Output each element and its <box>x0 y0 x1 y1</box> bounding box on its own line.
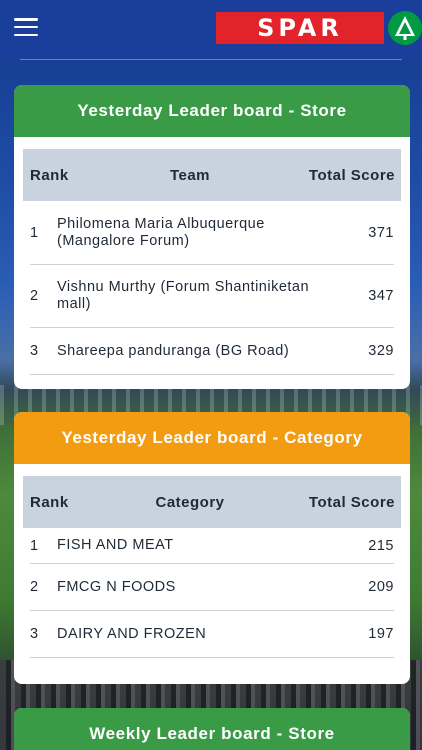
row-rank: 2 <box>30 579 39 595</box>
logo-text: SPAR <box>216 12 384 44</box>
table-row: 1 FISH AND MEAT 215 <box>30 528 394 564</box>
row-team: Philomena Maria Albuquerque (Mangalore F… <box>57 215 265 249</box>
column-rank: Rank <box>30 166 69 184</box>
row-team: Vishnu Murthy (Forum Shantiniketan mall) <box>57 279 310 312</box>
row-rank: 1 <box>30 537 39 554</box>
header-divider <box>20 59 402 60</box>
table-row: 1 Philomena Maria Albuquerque (Mangalore… <box>30 201 394 265</box>
row-score: 329 <box>368 343 394 359</box>
row-category: FISH AND MEAT <box>57 537 174 553</box>
row-category: FMCG N FOODS <box>57 578 176 595</box>
top-bar: SPAR <box>0 0 422 60</box>
store-leaderboard-table: Rank Team Total Score 1 Philomena Maria … <box>23 149 401 375</box>
table-row: 2 Vishnu Murthy (Forum Shantiniketan mal… <box>30 265 394 328</box>
table-row: 3 Shareepa panduranga (BG Road) 329 <box>30 328 394 375</box>
weekly-leaderboard-card: Weekly Leader board - Store <box>14 708 410 750</box>
column-rank: Rank <box>30 493 69 511</box>
row-category: DAIRY AND FROZEN <box>57 625 207 642</box>
weekly-leaderboard-title: Weekly Leader board - Store <box>14 708 410 750</box>
category-leaderboard-card: Yesterday Leader board - Category Rank C… <box>14 412 410 684</box>
table-row: 2 FMCG N FOODS 209 <box>30 564 394 611</box>
store-leaderboard-card: Yesterday Leader board - Store Rank Team… <box>14 85 410 389</box>
column-category: Category <box>155 493 225 511</box>
column-total-score: Total Score <box>308 493 395 511</box>
category-leaderboard-title: Yesterday Leader board - Category <box>14 412 410 464</box>
row-rank: 3 <box>30 626 39 642</box>
column-team: Team <box>169 166 211 184</box>
row-score: 347 <box>368 288 394 304</box>
row-score: 197 <box>368 626 394 642</box>
hamburger-menu-icon[interactable] <box>14 18 38 36</box>
category-leaderboard-table: Rank Category Total Score 1 FISH AND MEA… <box>23 476 401 658</box>
store-leaderboard-title: Yesterday Leader board - Store <box>14 85 410 137</box>
row-score: 209 <box>368 579 394 595</box>
spar-logo: SPAR <box>216 11 422 45</box>
table-header: Rank Category Total Score <box>23 476 401 528</box>
row-rank: 2 <box>30 288 39 304</box>
spar-tree-icon <box>388 11 422 45</box>
column-total-score: Total Score <box>308 166 395 184</box>
table-header: Rank Team Total Score <box>23 149 401 201</box>
row-team: Shareepa panduranga (BG Road) <box>57 342 290 359</box>
row-rank: 3 <box>30 343 39 359</box>
table-row: 3 DAIRY AND FROZEN 197 <box>30 611 394 658</box>
row-score: 215 <box>368 537 394 554</box>
row-score: 371 <box>368 224 394 241</box>
row-rank: 1 <box>30 224 39 241</box>
